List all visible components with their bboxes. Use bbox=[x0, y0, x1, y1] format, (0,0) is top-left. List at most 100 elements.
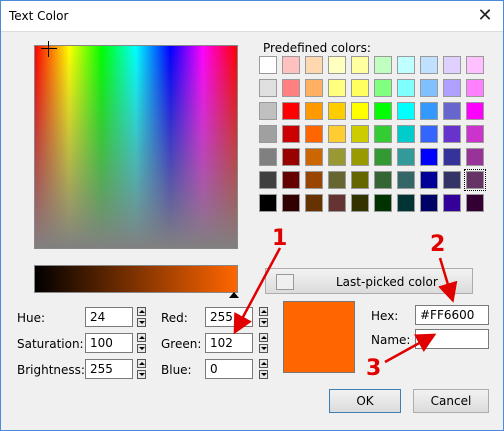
green-spinner[interactable] bbox=[259, 333, 268, 353]
green-input[interactable] bbox=[205, 333, 253, 353]
color-swatch[interactable] bbox=[466, 102, 484, 120]
saturation-up-icon[interactable] bbox=[137, 333, 146, 342]
name-input[interactable] bbox=[415, 329, 489, 349]
blue-down-icon[interactable] bbox=[259, 370, 268, 379]
blue-up-icon[interactable] bbox=[259, 359, 268, 368]
color-swatch[interactable] bbox=[374, 171, 392, 189]
color-swatch[interactable] bbox=[351, 194, 369, 212]
color-swatch[interactable] bbox=[282, 125, 300, 143]
color-swatch[interactable] bbox=[466, 194, 484, 212]
blue-spinner[interactable] bbox=[259, 359, 268, 379]
close-icon[interactable]: ✕ bbox=[475, 6, 495, 26]
color-swatch[interactable] bbox=[466, 79, 484, 97]
color-swatch[interactable] bbox=[259, 171, 277, 189]
green-up-icon[interactable] bbox=[259, 333, 268, 342]
color-swatch[interactable] bbox=[259, 56, 277, 74]
hue-up-icon[interactable] bbox=[137, 307, 146, 316]
color-swatch[interactable] bbox=[305, 148, 323, 166]
color-swatch[interactable] bbox=[328, 79, 346, 97]
color-swatch[interactable] bbox=[420, 102, 438, 120]
color-swatch[interactable] bbox=[351, 148, 369, 166]
color-swatch[interactable] bbox=[443, 148, 461, 166]
crosshair-icon[interactable] bbox=[41, 41, 57, 57]
color-swatch[interactable] bbox=[259, 194, 277, 212]
color-swatch[interactable] bbox=[282, 148, 300, 166]
color-swatch[interactable] bbox=[351, 79, 369, 97]
color-swatch[interactable] bbox=[420, 194, 438, 212]
color-swatch[interactable] bbox=[328, 194, 346, 212]
hue-spinner[interactable] bbox=[137, 307, 146, 327]
hue-down-icon[interactable] bbox=[137, 318, 146, 327]
blue-input[interactable] bbox=[205, 359, 253, 379]
color-swatch[interactable] bbox=[466, 56, 484, 74]
color-swatch[interactable] bbox=[305, 56, 323, 74]
color-swatch[interactable] bbox=[351, 171, 369, 189]
color-swatch[interactable] bbox=[305, 125, 323, 143]
brightness-down-icon[interactable] bbox=[137, 370, 146, 379]
brightness-gradient-bar[interactable] bbox=[34, 265, 238, 293]
red-input[interactable] bbox=[205, 307, 253, 327]
color-swatch[interactable] bbox=[443, 79, 461, 97]
last-picked-color-button[interactable]: Last-picked color bbox=[265, 268, 473, 294]
color-swatch[interactable] bbox=[282, 102, 300, 120]
color-swatch[interactable] bbox=[397, 79, 415, 97]
hue-input[interactable] bbox=[85, 307, 133, 327]
color-swatch[interactable] bbox=[259, 79, 277, 97]
color-swatch[interactable] bbox=[397, 56, 415, 74]
cancel-button[interactable]: Cancel bbox=[413, 389, 489, 413]
brightness-input[interactable] bbox=[85, 359, 133, 379]
color-swatch[interactable] bbox=[466, 125, 484, 143]
green-down-icon[interactable] bbox=[259, 344, 268, 353]
color-swatch[interactable] bbox=[374, 125, 392, 143]
color-swatch[interactable] bbox=[420, 171, 438, 189]
color-spectrum-picker[interactable] bbox=[34, 45, 238, 249]
color-swatch[interactable] bbox=[305, 194, 323, 212]
color-swatch[interactable] bbox=[305, 171, 323, 189]
color-swatch[interactable] bbox=[305, 102, 323, 120]
color-swatch[interactable] bbox=[328, 148, 346, 166]
color-swatch[interactable] bbox=[420, 56, 438, 74]
color-swatch[interactable] bbox=[397, 194, 415, 212]
color-swatch[interactable] bbox=[397, 102, 415, 120]
color-swatch[interactable] bbox=[420, 148, 438, 166]
saturation-input[interactable] bbox=[85, 333, 133, 353]
brightness-spinner[interactable] bbox=[137, 359, 146, 379]
color-swatch[interactable] bbox=[443, 102, 461, 120]
color-swatch[interactable] bbox=[351, 102, 369, 120]
color-swatch[interactable] bbox=[466, 148, 484, 166]
brightness-up-icon[interactable] bbox=[137, 359, 146, 368]
ok-button[interactable]: OK bbox=[329, 389, 401, 413]
color-swatch[interactable] bbox=[282, 79, 300, 97]
color-swatch[interactable] bbox=[374, 79, 392, 97]
color-swatch[interactable] bbox=[305, 79, 323, 97]
color-swatch[interactable] bbox=[443, 56, 461, 74]
hex-input[interactable] bbox=[415, 305, 489, 325]
gradient-marker-icon[interactable] bbox=[229, 292, 239, 298]
color-swatch[interactable] bbox=[351, 56, 369, 74]
color-swatch[interactable] bbox=[328, 125, 346, 143]
color-swatch[interactable] bbox=[464, 169, 486, 191]
color-swatch[interactable] bbox=[443, 125, 461, 143]
saturation-down-icon[interactable] bbox=[137, 344, 146, 353]
color-swatch[interactable] bbox=[443, 194, 461, 212]
color-swatch[interactable] bbox=[328, 171, 346, 189]
color-swatch[interactable] bbox=[397, 125, 415, 143]
color-swatch[interactable] bbox=[328, 56, 346, 74]
color-swatch[interactable] bbox=[282, 56, 300, 74]
color-swatch[interactable] bbox=[259, 125, 277, 143]
red-up-icon[interactable] bbox=[259, 307, 268, 316]
color-swatch[interactable] bbox=[374, 148, 392, 166]
color-swatch[interactable] bbox=[420, 125, 438, 143]
color-swatch[interactable] bbox=[397, 171, 415, 189]
red-spinner[interactable] bbox=[259, 307, 268, 327]
color-swatch[interactable] bbox=[282, 171, 300, 189]
color-swatch[interactable] bbox=[374, 102, 392, 120]
color-swatch[interactable] bbox=[397, 148, 415, 166]
color-swatch[interactable] bbox=[328, 102, 346, 120]
color-swatch[interactable] bbox=[282, 194, 300, 212]
color-swatch[interactable] bbox=[259, 148, 277, 166]
color-swatch[interactable] bbox=[351, 125, 369, 143]
color-swatch[interactable] bbox=[443, 171, 461, 189]
red-down-icon[interactable] bbox=[259, 318, 268, 327]
color-swatch[interactable] bbox=[259, 102, 277, 120]
